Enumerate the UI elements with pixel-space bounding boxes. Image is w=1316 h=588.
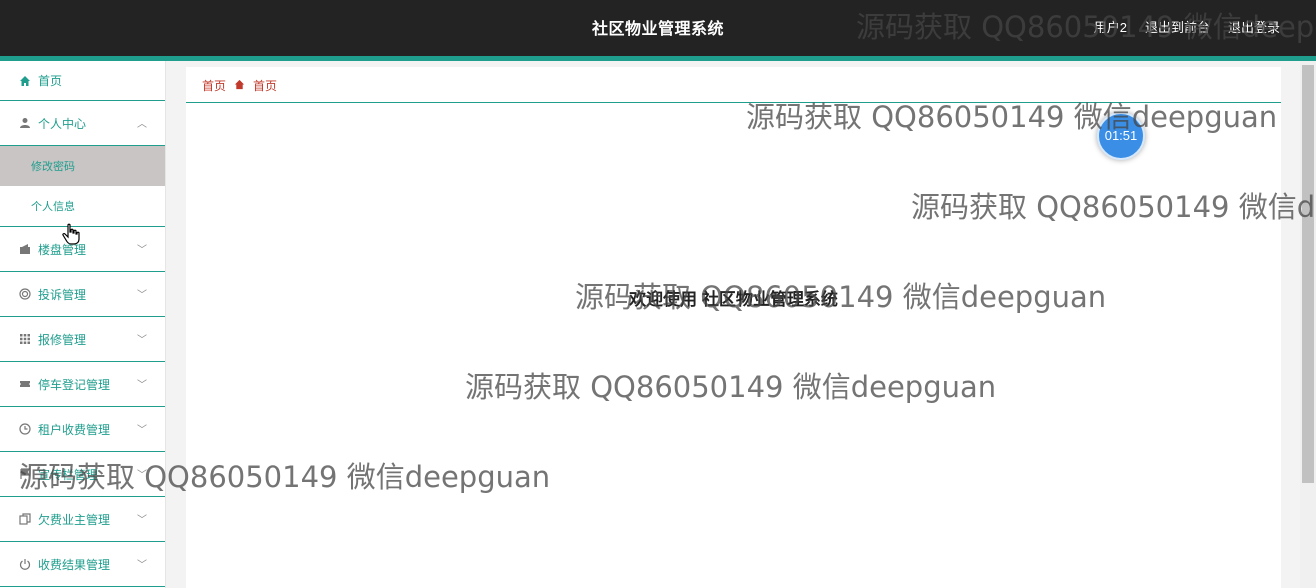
sidebar-item-label: 欠费业主管理 xyxy=(38,512,111,527)
breadcrumb-current: 首页 xyxy=(253,79,278,93)
user-icon xyxy=(18,116,32,130)
chevron-up-icon: ︿ xyxy=(137,119,147,130)
personal-center-submenu: 修改密码 个人信息 xyxy=(0,146,165,245)
grid-icon xyxy=(18,332,32,346)
sidebar-item-label: 个人中心 xyxy=(38,116,87,131)
exit-front-link[interactable]: 退出到前台 xyxy=(1145,17,1210,36)
chevron-down-icon: ﹀ xyxy=(137,290,147,301)
sidebar-item-repairs[interactable]: 报修管理 ﹀ xyxy=(0,317,165,362)
ticket-icon xyxy=(18,377,32,391)
target-icon xyxy=(18,287,32,301)
sidebar-item-home[interactable]: 首页 xyxy=(0,61,165,101)
logout-link[interactable]: 退出登录 xyxy=(1228,17,1280,36)
header-accent-bar xyxy=(0,56,1316,61)
breadcrumb-divider xyxy=(186,102,1281,103)
scrollbar-thumb[interactable] xyxy=(1302,65,1314,483)
chevron-down-icon: ﹀ xyxy=(137,245,147,256)
sidebar-subitem-label: 个人信息 xyxy=(31,201,75,213)
breadcrumb-root[interactable]: 首页 xyxy=(202,77,226,94)
sidebar-item-complaints[interactable]: 投诉管理 ﹀ xyxy=(0,272,165,317)
sidebar-item-arrears[interactable]: 欠费业主管理 ﹀ xyxy=(0,497,165,542)
welcome-message: 欢迎使用 社区物业管理系统 xyxy=(629,290,838,309)
sidebar-subitem-personal-info[interactable]: 个人信息 xyxy=(0,186,165,226)
main-content: 首页 首页 欢迎使用 社区物业管理系统 01:51 xyxy=(186,67,1281,588)
wallet-icon xyxy=(18,242,32,256)
sidebar-item-label: 楼盘管理 xyxy=(38,242,87,257)
chevron-down-icon: ﹀ xyxy=(137,515,147,526)
sidebar-item-parking[interactable]: 停车登记管理 ﹀ xyxy=(0,362,165,407)
breadcrumb: 首页 首页 xyxy=(202,77,277,94)
flag-icon xyxy=(18,467,32,481)
sidebar-item-tenant-fees[interactable]: 租户收费管理 ﹀ xyxy=(0,407,165,452)
power-icon xyxy=(18,557,32,571)
home-icon xyxy=(234,79,245,93)
home-icon xyxy=(18,74,32,88)
sidebar-item-label: 投诉管理 xyxy=(38,287,87,302)
sidebar-item-label: 首页 xyxy=(38,74,63,88)
timer-badge[interactable]: 01:51 xyxy=(1097,112,1145,160)
sidebar-item-label: 租户收费管理 xyxy=(38,422,111,437)
header-actions: 用户2 退出到前台 退出登录 xyxy=(1094,17,1280,36)
clock-icon xyxy=(18,422,32,436)
sidebar-item-property[interactable]: 楼盘管理 ﹀ xyxy=(0,227,165,272)
sidebar-item-label: 宣传栏管理 xyxy=(38,467,99,482)
chevron-down-icon: ﹀ xyxy=(137,380,147,391)
sidebar-item-label: 收费结果管理 xyxy=(38,557,111,572)
chevron-down-icon: ﹀ xyxy=(137,425,147,436)
top-header: 社区物业管理系统 用户2 退出到前台 退出登录 xyxy=(0,0,1316,56)
user-name[interactable]: 用户2 xyxy=(1094,17,1127,36)
chevron-down-icon: ﹀ xyxy=(137,335,147,346)
sidebar-item-label: 停车登记管理 xyxy=(38,377,111,392)
copy-icon xyxy=(18,512,32,526)
sidebar-item-bulletin[interactable]: 宣传栏管理 ﹀ xyxy=(0,452,165,497)
chevron-down-icon: ﹀ xyxy=(137,470,147,481)
page-scrollbar[interactable] xyxy=(1300,61,1316,588)
chevron-down-icon: ﹀ xyxy=(137,560,147,571)
sidebar-item-label: 报修管理 xyxy=(38,332,87,347)
sidebar-subitem-change-password[interactable]: 修改密码 xyxy=(0,146,165,245)
sidebar: 首页 个人中心 ︿ 修改密码 个人信息 楼盘管理 ﹀ 投诉管理 ﹀ 报修管理 ﹀… xyxy=(0,61,166,588)
sidebar-item-fee-results[interactable]: 收费结果管理 ﹀ xyxy=(0,542,165,587)
sidebar-subitem-label: 修改密码 xyxy=(31,161,75,173)
sidebar-item-personal-center[interactable]: 个人中心 ︿ xyxy=(0,101,165,146)
